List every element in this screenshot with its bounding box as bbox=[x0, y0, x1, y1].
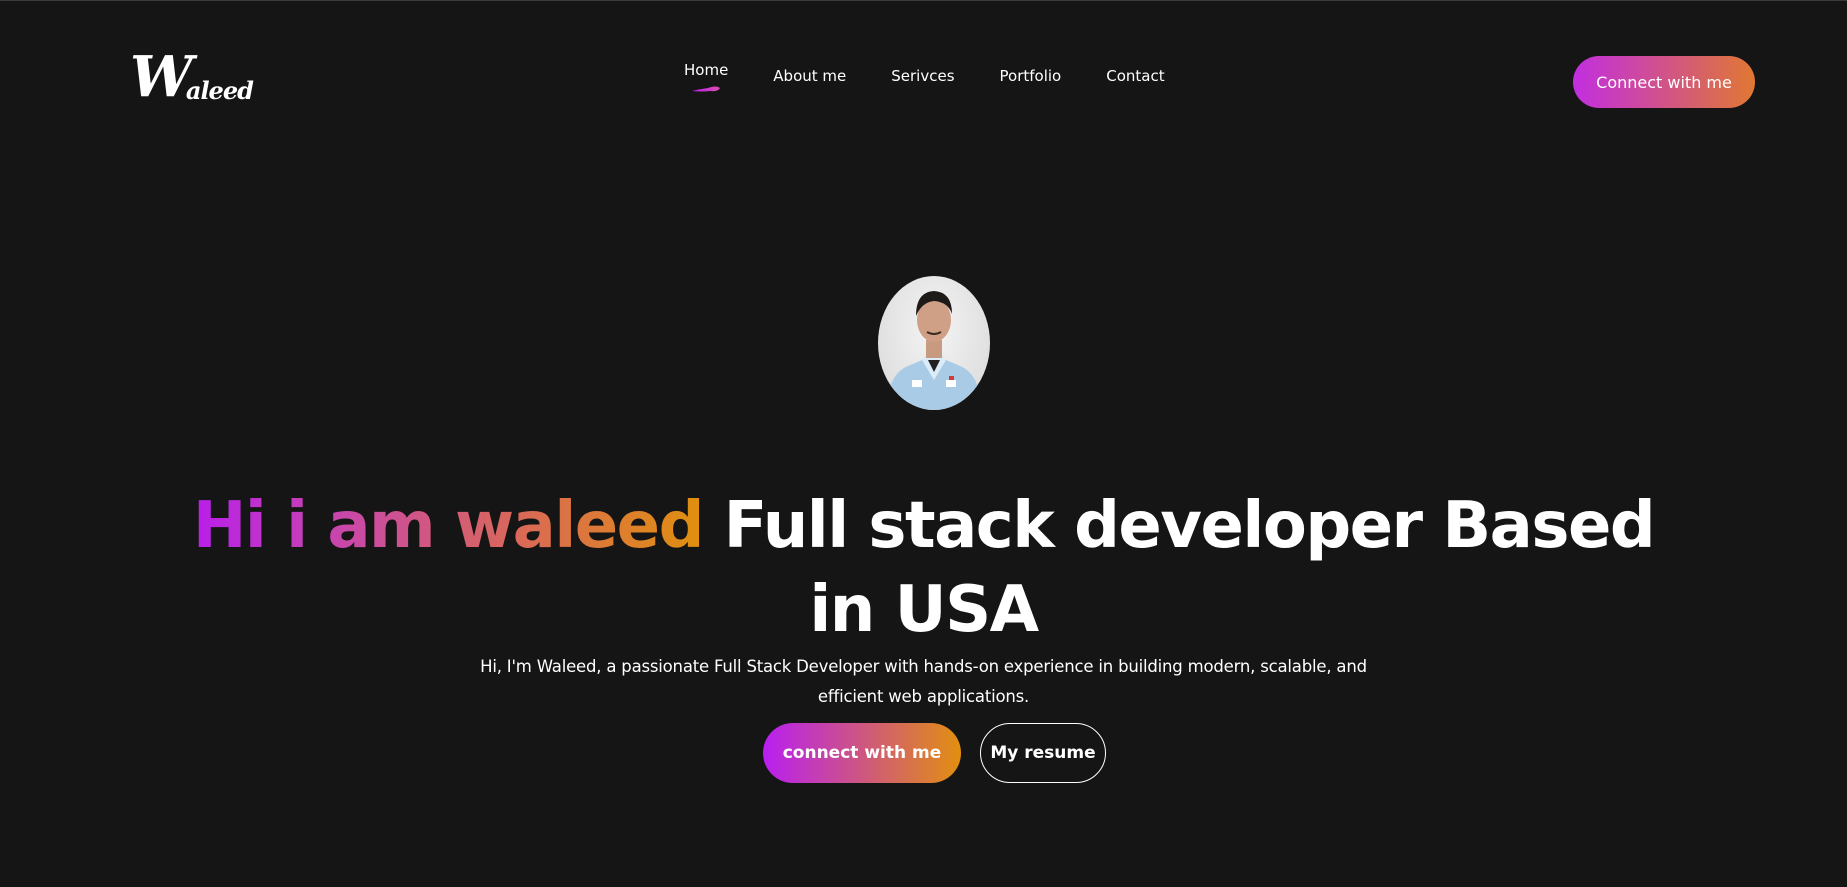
nav-services[interactable]: Serivces bbox=[891, 67, 954, 85]
connect-header-button[interactable]: Connect with me bbox=[1573, 56, 1755, 108]
headline-role: Full stack developer Based bbox=[723, 488, 1656, 563]
nav-home-label: Home bbox=[684, 61, 729, 79]
headline-location: in USA bbox=[809, 572, 1039, 647]
hero-subtitle: Hi, I'm Waleed, a passionate Full Stack … bbox=[480, 656, 1367, 706]
headline-name: Hi i am waleed bbox=[192, 488, 705, 563]
active-underline-icon bbox=[692, 86, 720, 92]
nav-home[interactable]: Home bbox=[684, 61, 729, 92]
nav-contact[interactable]: Contact bbox=[1106, 67, 1164, 85]
person-icon bbox=[886, 291, 982, 410]
site-logo[interactable]: W aleed bbox=[130, 44, 254, 110]
main-nav: Home About me Serivces Portfolio Contact bbox=[684, 61, 1210, 92]
nav-portfolio[interactable]: Portfolio bbox=[1000, 67, 1062, 85]
hero-headline: Hi i am waleed Full stack developer Base… bbox=[0, 484, 1847, 652]
logo-rest: aleed bbox=[185, 76, 254, 105]
connect-button[interactable]: connect with me bbox=[763, 723, 961, 783]
logo-initial: W bbox=[130, 44, 193, 110]
nav-about[interactable]: About me bbox=[773, 67, 846, 85]
resume-button[interactable]: My resume bbox=[980, 723, 1106, 783]
profile-avatar bbox=[878, 276, 990, 410]
